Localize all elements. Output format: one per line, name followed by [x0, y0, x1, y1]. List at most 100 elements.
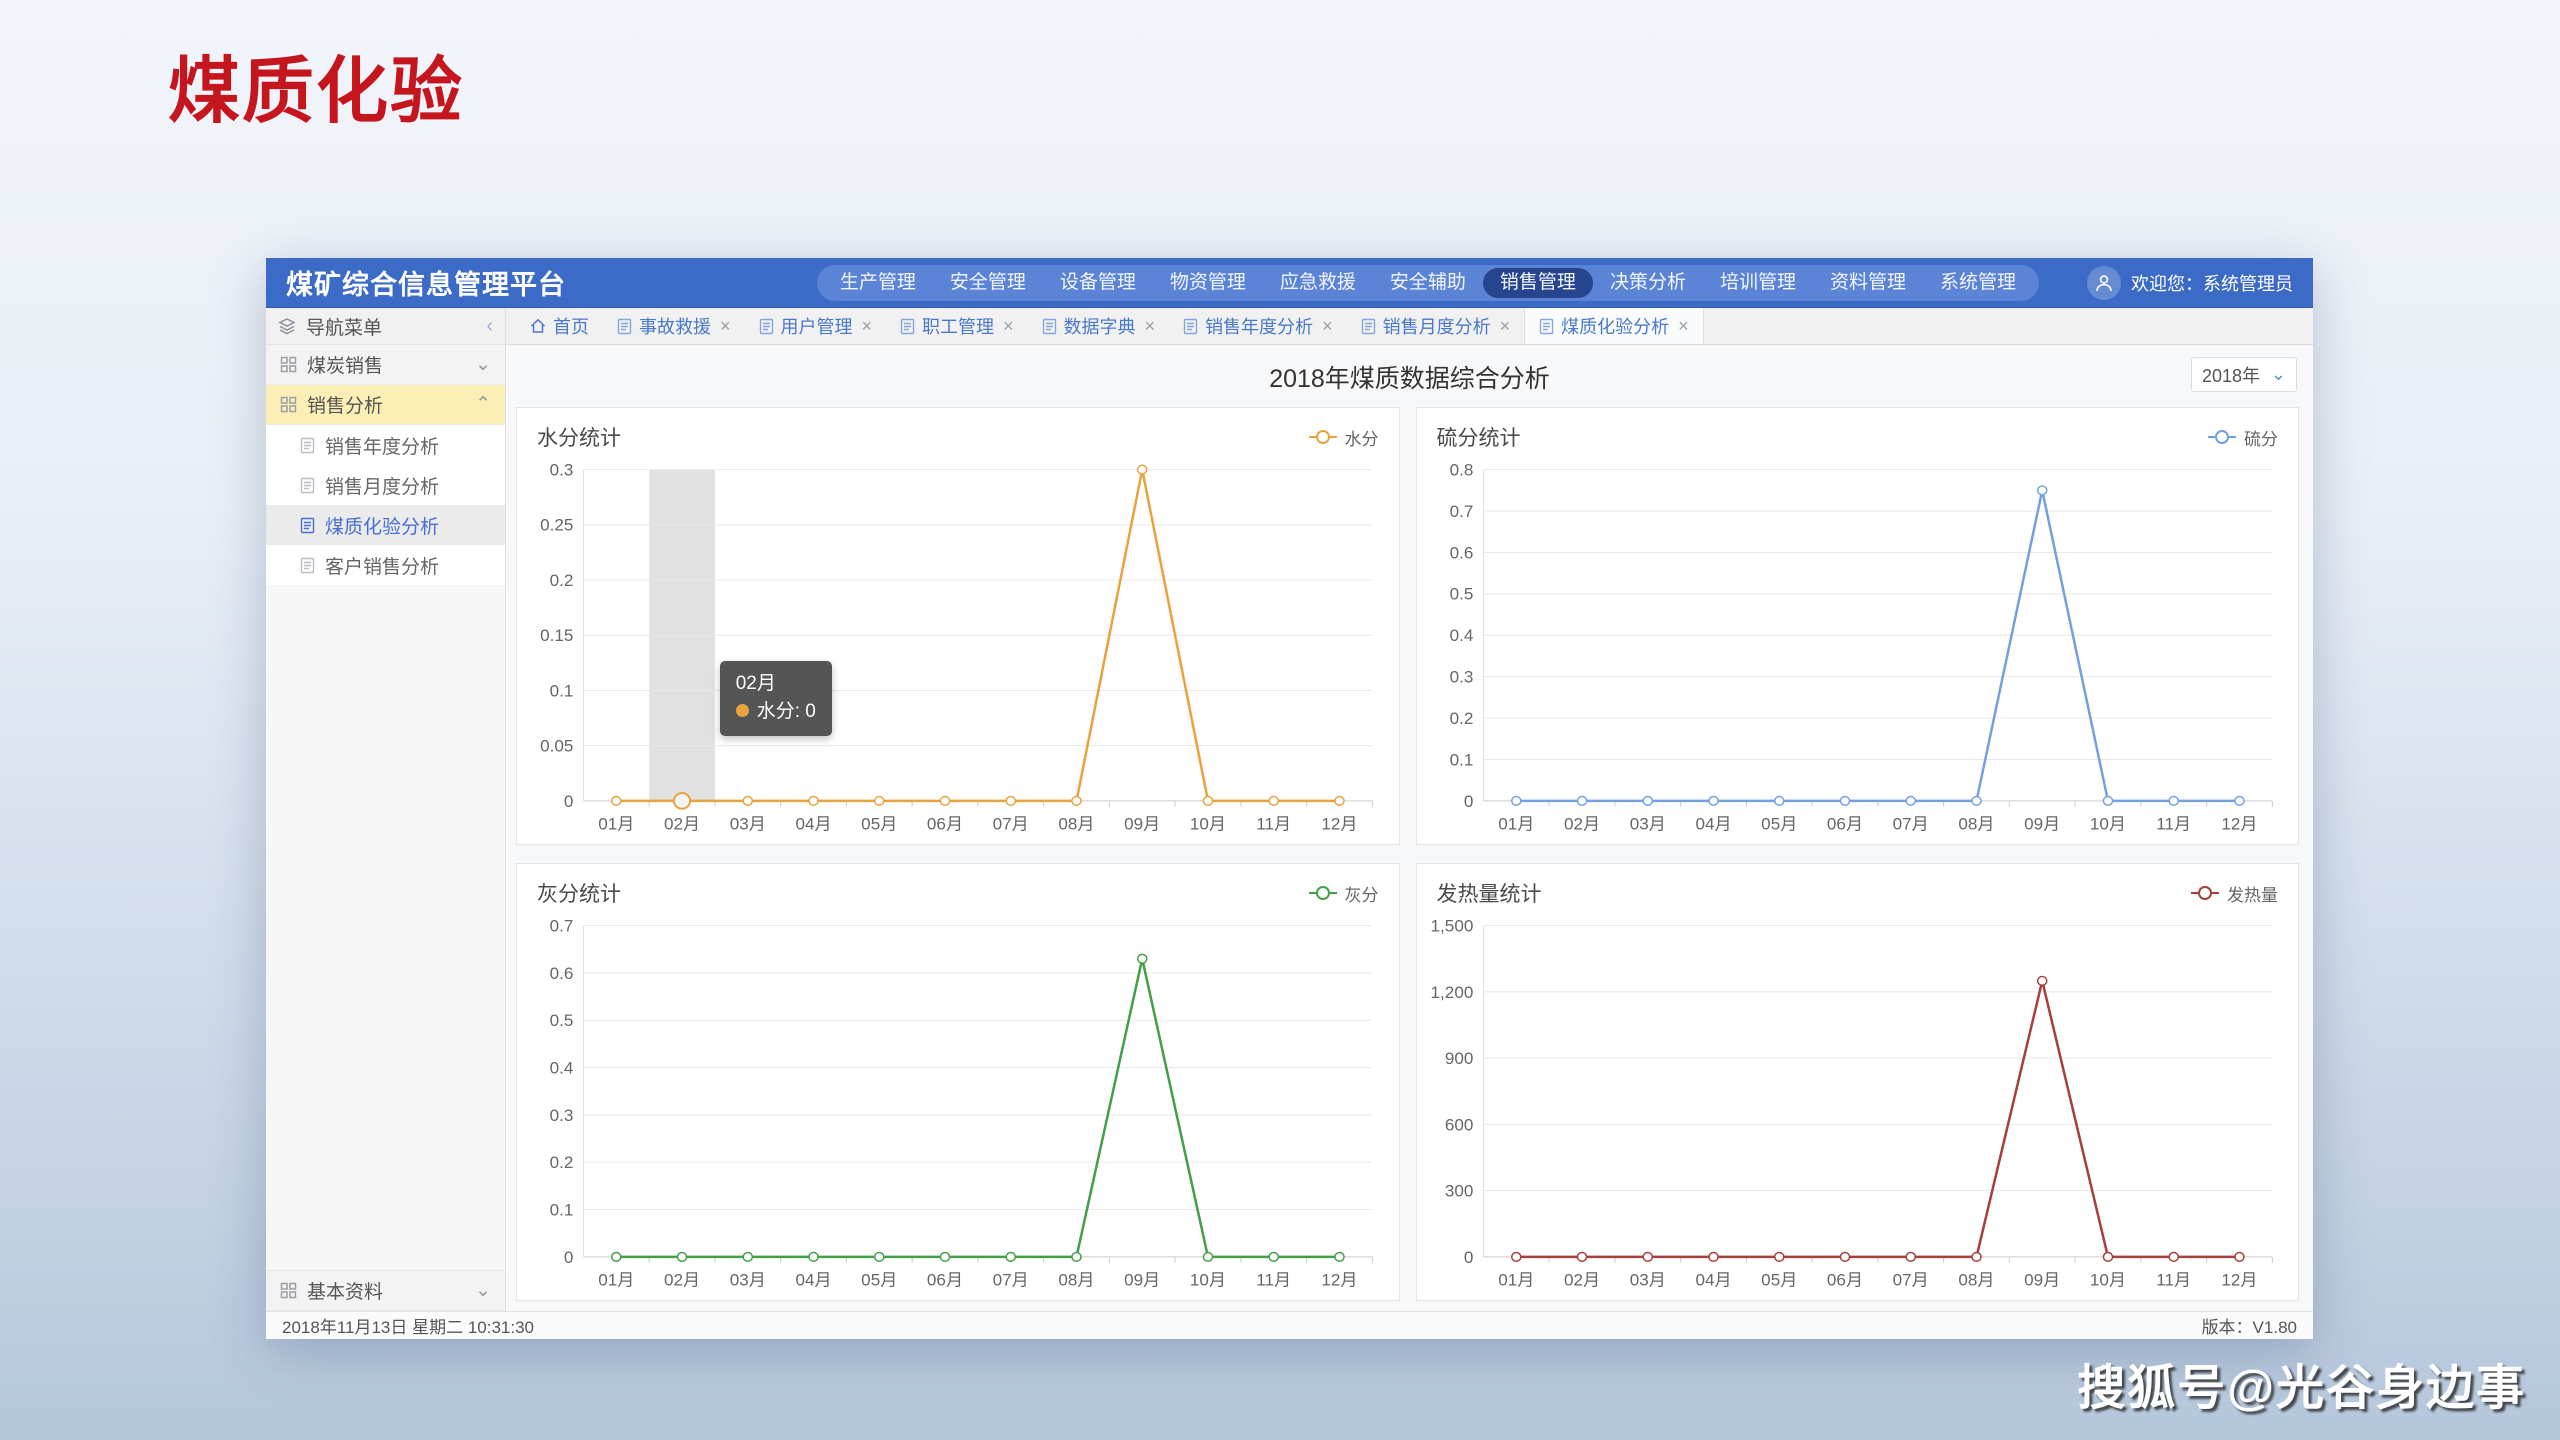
tab-首页[interactable]: 首页: [516, 308, 603, 344]
svg-text:0: 0: [564, 792, 574, 811]
svg-text:02月: 02月: [1563, 814, 1599, 833]
sidebar-item-销售年度分析[interactable]: 销售年度分析: [266, 425, 505, 465]
year-select[interactable]: 2018年 ⌄: [2191, 357, 2297, 392]
svg-text:05月: 05月: [861, 1270, 897, 1289]
svg-text:1,200: 1,200: [1430, 983, 1473, 1002]
sidebar-item-客户销售分析[interactable]: 客户销售分析: [266, 545, 505, 585]
close-icon[interactable]: ×: [1322, 316, 1333, 337]
svg-text:0.2: 0.2: [550, 1153, 574, 1172]
nav-item[interactable]: 生产管理: [823, 268, 933, 298]
nav-item[interactable]: 安全辅助: [1373, 268, 1483, 298]
tab-数据字典[interactable]: 数据字典×: [1028, 308, 1170, 344]
svg-text:09月: 09月: [2024, 814, 2060, 833]
close-icon[interactable]: ×: [1003, 316, 1014, 337]
legend-item[interactable]: 水分: [1309, 425, 1379, 450]
chevron-up-icon: ⌃: [475, 393, 491, 416]
svg-text:02月: 02月: [664, 1270, 700, 1289]
document-icon: [300, 517, 315, 534]
watermark: 搜狐号@光谷身边事: [2077, 1348, 2526, 1418]
svg-text:08月: 08月: [1958, 1270, 1994, 1289]
status-version: 版本：V1.80: [2202, 1313, 2297, 1338]
tab-label: 煤质化验分析: [1561, 313, 1669, 339]
home-icon: [530, 318, 546, 334]
user-avatar-icon: [2087, 266, 2121, 300]
slide-background: 煤质化验 煤矿综合信息管理平台 生产管理安全管理设备管理物资管理应急救援安全辅助…: [0, 0, 2560, 1440]
nav-item[interactable]: 应急救援: [1263, 268, 1373, 298]
svg-text:0.1: 0.1: [1449, 751, 1473, 770]
svg-text:11月: 11月: [1256, 1270, 1291, 1289]
nav-item[interactable]: 物资管理: [1153, 268, 1263, 298]
svg-text:0: 0: [564, 1248, 574, 1267]
tab-label: 销售年度分析: [1205, 313, 1313, 339]
close-icon[interactable]: ×: [720, 316, 731, 337]
app-window: 煤矿综合信息管理平台 生产管理安全管理设备管理物资管理应急救援安全辅助销售管理决…: [266, 258, 2313, 1339]
sidebar-group-销售分析[interactable]: 销售分析⌃: [266, 385, 505, 425]
tab-label: 用户管理: [781, 313, 853, 339]
tab-用户管理[interactable]: 用户管理 ×: [745, 308, 887, 344]
sidebar-collapse-icon[interactable]: ‹: [486, 315, 493, 338]
tab-销售月度分析[interactable]: 销售月度分析 ×: [1347, 308, 1525, 344]
legend-line-icon: [2191, 892, 2219, 894]
tab-职工管理[interactable]: 职工管理×: [886, 308, 1028, 344]
close-icon[interactable]: ×: [1678, 316, 1689, 337]
grid-icon: [280, 356, 297, 373]
legend-label: 发热量: [2227, 881, 2278, 906]
app-header: 煤矿综合信息管理平台 生产管理安全管理设备管理物资管理应急救援安全辅助销售管理决…: [266, 258, 2313, 308]
tab-label: 销售月度分析: [1383, 313, 1491, 339]
svg-text:06月: 06月: [927, 814, 963, 833]
sidebar: 导航菜单 ‹ 煤炭销售⌄销售分析⌃销售年度分析销售月度分析煤质化验分析客户销售分…: [266, 308, 506, 1311]
tab-事故救援[interactable]: 事故救援×: [603, 308, 745, 344]
svg-text:0: 0: [1463, 792, 1473, 811]
legend-label: 水分: [1345, 425, 1379, 450]
close-icon[interactable]: ×: [1500, 316, 1511, 337]
svg-text:08月: 08月: [1058, 814, 1094, 833]
svg-text:02月: 02月: [1563, 1270, 1599, 1289]
svg-text:0.1: 0.1: [550, 1201, 574, 1220]
app-title: 煤矿综合信息管理平台: [286, 263, 566, 302]
svg-text:04月: 04月: [795, 1270, 831, 1289]
svg-text:03月: 03月: [1629, 814, 1665, 833]
user-area[interactable]: 欢迎您：系统管理员: [2087, 266, 2293, 300]
close-icon[interactable]: ×: [862, 316, 873, 337]
svg-text:10月: 10月: [2089, 1270, 2125, 1289]
svg-text:08月: 08月: [1958, 814, 1994, 833]
tab-煤质化验分析[interactable]: 煤质化验分析 ×: [1524, 308, 1704, 344]
nav-item[interactable]: 决策分析: [1593, 268, 1703, 298]
legend-item[interactable]: 硫分: [2208, 425, 2278, 450]
line-chart: 00.050.10.150.20.250.301月02月03月04月05月06月…: [517, 452, 1399, 844]
chart-title: 灰分统计: [537, 878, 621, 908]
page-title: 2018年煤质数据综合分析: [506, 345, 2313, 395]
nav-item[interactable]: 安全管理: [933, 268, 1043, 298]
document-icon: [300, 557, 315, 574]
sidebar-item-label: 煤质化验分析: [325, 512, 439, 539]
nav-item[interactable]: 系统管理: [1923, 268, 2033, 298]
nav-item[interactable]: 资料管理: [1813, 268, 1923, 298]
svg-text:05月: 05月: [1761, 814, 1797, 833]
sidebar-item-煤质化验分析[interactable]: 煤质化验分析: [266, 505, 505, 545]
nav-item[interactable]: 培训管理: [1703, 268, 1813, 298]
svg-text:0.6: 0.6: [1449, 544, 1473, 563]
svg-text:0: 0: [1463, 1248, 1473, 1267]
nav-item[interactable]: 销售管理: [1483, 268, 1593, 298]
sidebar-group-basic-data[interactable]: 基本资料 ⌄: [266, 1271, 505, 1311]
tab-bar: 首页事故救援×用户管理×职工管理×数据字典×销售年度分析×销售月度分析×煤质化验…: [506, 308, 2313, 345]
close-icon[interactable]: ×: [1145, 316, 1156, 337]
svg-text:01月: 01月: [598, 814, 634, 833]
svg-text:05月: 05月: [1761, 1270, 1797, 1289]
svg-text:0.7: 0.7: [550, 917, 574, 936]
sidebar-item-销售月度分析[interactable]: 销售月度分析: [266, 465, 505, 505]
legend-item[interactable]: 灰分: [1309, 881, 1379, 906]
sidebar-group-煤炭销售[interactable]: 煤炭销售⌄: [266, 345, 505, 385]
tab-label: 首页: [553, 313, 589, 339]
tab-销售年度分析[interactable]: 销售年度分析 ×: [1169, 308, 1347, 344]
svg-text:11月: 11月: [2156, 814, 2191, 833]
svg-text:02月: 02月: [664, 814, 700, 833]
legend-item[interactable]: 发热量: [2191, 881, 2278, 906]
legend-line-icon: [1309, 436, 1337, 438]
document-icon: [1042, 318, 1057, 335]
legend-line-icon: [2208, 436, 2236, 438]
year-select-value: 2018年: [2202, 362, 2260, 388]
nav-item[interactable]: 设备管理: [1043, 268, 1153, 298]
legend-label: 灰分: [1345, 881, 1379, 906]
document-icon: [1361, 318, 1376, 335]
